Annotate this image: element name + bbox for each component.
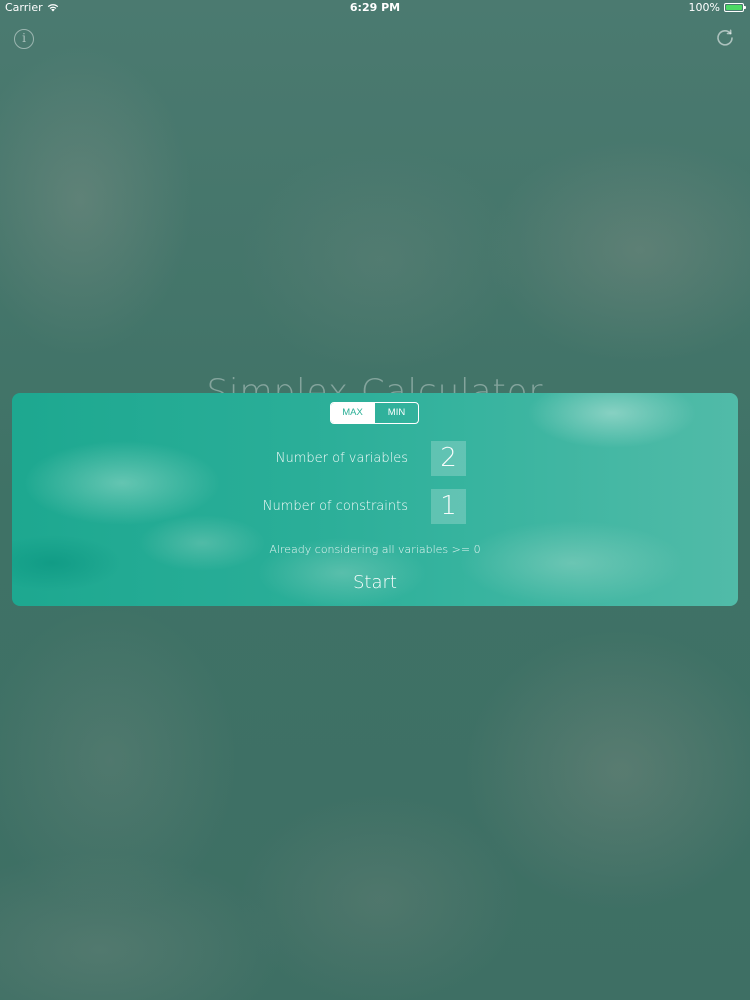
refresh-icon[interactable]	[714, 27, 736, 49]
variables-input[interactable]: 2	[431, 441, 466, 476]
constraints-label: Number of constraints	[262, 499, 408, 514]
battery-percent: 100%	[688, 1, 720, 14]
constraints-input[interactable]: 1	[431, 489, 466, 524]
nonnegativity-note: Already considering all variables >= 0	[269, 543, 481, 556]
setup-card: MAX MIN Number of variables 2 Number of …	[12, 393, 738, 606]
battery-indicator: 100%	[688, 1, 746, 14]
mode-segmented-control[interactable]: MAX MIN	[330, 402, 419, 424]
status-bar: Carrier 6:29 PM 100%	[0, 0, 750, 16]
status-time: 6:29 PM	[349, 1, 401, 14]
variables-label: Number of variables	[275, 451, 408, 466]
mode-min-segment[interactable]: MIN	[374, 403, 418, 423]
battery-icon	[724, 3, 746, 12]
mode-max-segment[interactable]: MAX	[331, 403, 374, 423]
start-button[interactable]: Start	[325, 569, 425, 597]
battery-fill	[726, 5, 742, 10]
info-icon[interactable]: i	[14, 29, 34, 49]
